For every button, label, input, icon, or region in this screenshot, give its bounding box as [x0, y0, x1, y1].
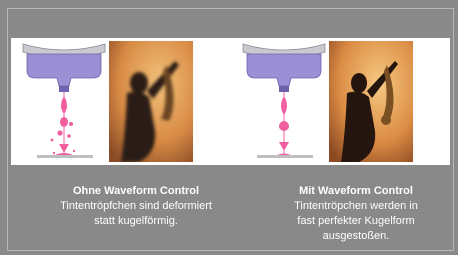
caption-title-left: Ohne Waveform Control: [72, 185, 200, 197]
nozzle-diagram-deformed: [22, 43, 106, 158]
saxophone-player-photo-blurred: [109, 41, 193, 162]
caption-line-left-2: statt kugelförmig.: [94, 215, 178, 227]
caption-line-right-2: fast perfekter Kugelform: [297, 215, 415, 227]
caption-line-right-1: Tintentröpchen werden in: [294, 200, 418, 212]
panel-with-waveform: [231, 38, 450, 165]
saxophone-player-photo-sharp: [329, 41, 413, 162]
caption-title-right: Mit Waveform Control: [299, 185, 413, 197]
caption-line-left-1: Tintentröpfchen sind deformiert: [60, 200, 212, 212]
nozzle-diagram-spherical: [242, 43, 326, 158]
panel-without-waveform: [11, 38, 230, 165]
caption-with-waveform: Mit Waveform Control Tintentröpchen werd…: [253, 184, 458, 244]
caption-without-waveform: Ohne Waveform Control Tintentröpfchen si…: [33, 184, 239, 229]
caption-line-right-3: ausgestoßen.: [322, 230, 390, 242]
figure-frame: Ohne Waveform Control Tintentröpfchen si…: [0, 0, 458, 255]
